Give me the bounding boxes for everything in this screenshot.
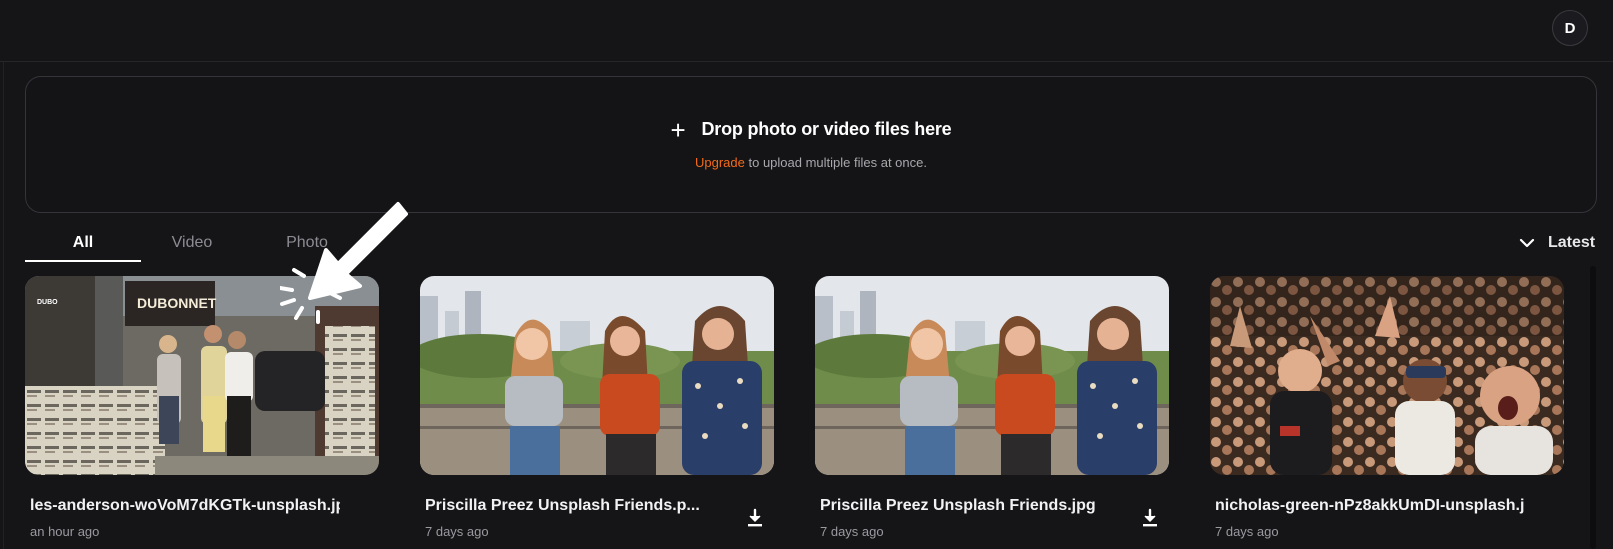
sign-text-large: DUBONNET <box>137 295 217 311</box>
thumbnail-image <box>1210 276 1564 475</box>
avatar-initial: D <box>1564 19 1576 37</box>
media-thumbnail[interactable] <box>1210 276 1564 475</box>
file-name[interactable]: Priscilla Preez Unsplash Friends.p... <box>425 497 735 515</box>
user-avatar[interactable]: D <box>1552 10 1588 46</box>
thumbnail-image <box>815 276 1169 475</box>
dropzone-title-text: Drop photo or video files here <box>701 119 952 139</box>
file-date: 7 days ago <box>1215 524 1279 539</box>
scrollbar[interactable] <box>1590 266 1596 549</box>
pointer-arrow-icon <box>280 202 408 324</box>
dropzone-title: + Drop photo or video files here <box>26 114 1596 145</box>
media-card[interactable]: Priscilla Preez Unsplash Friends.p... 7 … <box>420 276 774 549</box>
thumbnail-image <box>420 276 774 475</box>
file-date: 7 days ago <box>820 524 884 539</box>
file-name[interactable]: Priscilla Preez Unsplash Friends.jpg <box>820 497 1130 515</box>
media-thumbnail[interactable] <box>420 276 774 475</box>
sign-text: DUBO <box>37 299 58 306</box>
file-name[interactable]: nicholas-green-nPz8akkUmDI-unsplash.jpg <box>1215 497 1525 515</box>
dropzone-subtitle: Upgrade to upload multiple files at once… <box>26 155 1596 170</box>
chevron-down-icon <box>1519 238 1535 248</box>
tab-all[interactable]: All <box>25 228 141 262</box>
plus-icon: + <box>670 114 686 145</box>
dropzone-subtitle-text: to upload multiple files at once. <box>744 155 927 170</box>
sort-label: Latest <box>1548 234 1596 251</box>
download-icon[interactable] <box>744 507 766 529</box>
file-date: an hour ago <box>30 524 100 539</box>
tab-video[interactable]: Video <box>134 228 250 262</box>
media-card[interactable]: nicholas-green-nPz8akkUmDI-unsplash.jpg … <box>1210 276 1564 549</box>
media-thumbnail[interactable] <box>815 276 1169 475</box>
file-name[interactable]: les-anderson-woVoM7dKGTk-unsplash.jpg <box>30 497 340 515</box>
file-date: 7 days ago <box>425 524 489 539</box>
upgrade-link[interactable]: Upgrade <box>695 155 745 170</box>
sidebar-edge <box>0 62 4 549</box>
media-card[interactable]: Priscilla Preez Unsplash Friends.jpg 7 d… <box>815 276 1169 549</box>
upload-dropzone[interactable]: + Drop photo or video files here Upgrade… <box>25 76 1597 213</box>
sort-dropdown[interactable]: Latest <box>1518 234 1595 252</box>
top-bar: D <box>0 0 1613 62</box>
download-icon[interactable] <box>1139 507 1161 529</box>
